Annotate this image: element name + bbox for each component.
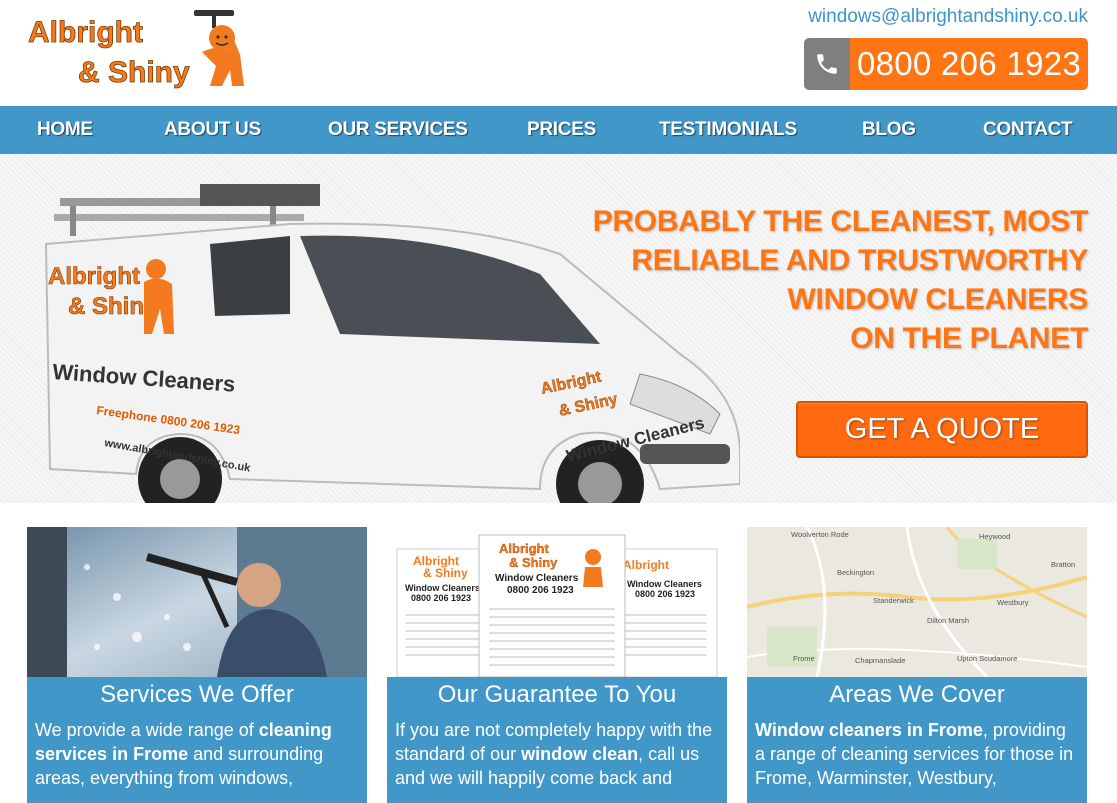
phone-icon [804, 38, 850, 90]
hero-banner: Albright & Shiny Window Cleaners Freepho… [0, 154, 1117, 503]
card-body: Our Guarantee To You If you are not comp… [387, 677, 727, 803]
tagline-line: PROBABLY THE CLEANEST, MOST [592, 205, 1089, 238]
svg-text:Bratton: Bratton [1051, 560, 1075, 569]
svg-text:Woolverton Rode: Woolverton Rode [791, 530, 849, 539]
card-services[interactable]: Services We Offer We provide a wide rang… [27, 527, 367, 803]
card-title: Areas We Cover [829, 681, 1005, 708]
nav-blog[interactable]: BLOG [862, 106, 916, 154]
main-nav: HOME ABOUT US OUR SERVICES PRICES TESTIM… [0, 106, 1117, 154]
svg-text:& Shiny: & Shiny [78, 56, 190, 89]
card-title: Our Guarantee To You [437, 681, 677, 708]
nav-testimonials[interactable]: TESTIMONIALS [659, 106, 797, 154]
svg-text:& Shiny: & Shiny [423, 566, 468, 580]
svg-text:0800 206 1923: 0800 206 1923 [411, 593, 471, 603]
svg-text:Window Cleaners: Window Cleaners [405, 583, 480, 593]
svg-text:Frome: Frome [793, 654, 815, 663]
svg-text:Albright: Albright [499, 541, 549, 556]
nav-prices[interactable]: PRICES [527, 106, 596, 154]
areas-map-image: Woolverton Rode Heywood Beckington Stand… [747, 527, 1087, 677]
get-a-quote-button[interactable]: GET A QUOTE [796, 401, 1088, 458]
mascot-icon [194, 10, 244, 86]
nav-contact[interactable]: CONTACT [983, 106, 1073, 154]
tagline-line: RELIABLE AND TRUSTWORTHY [631, 244, 1088, 277]
nav-our-services[interactable]: OUR SERVICES [328, 106, 468, 154]
tagline-line: WINDOW CLEANERS [787, 283, 1089, 316]
card-text: Window cleaners in Frome, providing a ra… [755, 720, 1074, 788]
card-title: Services We Offer [100, 681, 294, 708]
svg-text:Window Cleaners: Window Cleaners [495, 573, 579, 584]
tagline-line: ON THE PLANET [850, 322, 1088, 355]
svg-text:Albright: Albright [623, 558, 669, 572]
card-text: We provide a wide range of cleaning serv… [35, 720, 332, 788]
guarantee-image: Albright & Shiny Window Cleaners 0800 20… [387, 527, 727, 677]
svg-text:Window Cleaners: Window Cleaners [627, 579, 702, 589]
svg-text:Heywood: Heywood [979, 532, 1010, 541]
card-text: If you are not completely happy with the… [395, 720, 713, 788]
svg-text:Albright: Albright [48, 263, 140, 290]
nav-home[interactable]: HOME [37, 106, 93, 154]
card-body: Services We Offer We provide a wide rang… [27, 677, 367, 803]
svg-text:& Shiny: & Shiny [509, 555, 558, 570]
svg-text:Dilton Marsh: Dilton Marsh [927, 616, 969, 625]
svg-text:Standerwick: Standerwick [873, 596, 914, 605]
svg-text:Albright: Albright [28, 16, 143, 49]
phone-number[interactable]: 0800 206 1923 [850, 38, 1088, 90]
services-image [27, 527, 367, 677]
svg-text:Chapmanslade: Chapmanslade [855, 656, 905, 665]
card-guarantee[interactable]: Albright & Shiny Window Cleaners 0800 20… [387, 527, 727, 803]
logo-graphic: Albright & Shiny [28, 10, 244, 89]
svg-text:Beckington: Beckington [837, 568, 874, 577]
svg-text:Westbury: Westbury [997, 598, 1029, 607]
header-email-link[interactable]: windows@albrightandshiny.co.uk [808, 6, 1088, 28]
nav-about-us[interactable]: ABOUT US [164, 106, 261, 154]
flyer-center: Albright & Shiny Window Cleaners 0800 20… [478, 534, 626, 677]
svg-text:0800 206 1923: 0800 206 1923 [507, 585, 574, 596]
svg-text:0800 206 1923: 0800 206 1923 [635, 589, 695, 599]
header-phone[interactable]: 0800 206 1923 [804, 38, 1088, 90]
site-header: Albright & Shiny windows@albrightandshin… [0, 0, 1117, 106]
svg-text:Upton Scudamore: Upton Scudamore [957, 654, 1017, 663]
card-areas[interactable]: Woolverton Rode Heywood Beckington Stand… [747, 527, 1087, 803]
card-body: Areas We Cover Window cleaners in Frome,… [747, 677, 1087, 803]
site-logo[interactable]: Albright & Shiny [26, 8, 248, 90]
hero-tagline: PROBABLY THE CLEANEST, MOST RELIABLE AND… [568, 202, 1089, 358]
